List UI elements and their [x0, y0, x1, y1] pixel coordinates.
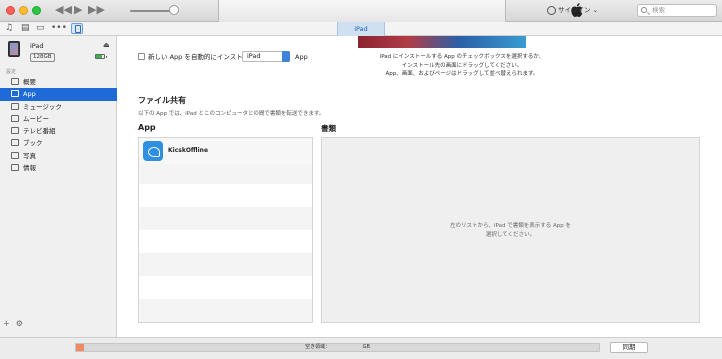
- sidebar-item-label: 情報: [23, 164, 36, 173]
- hint-line: インストール先の画面にドラッグしてください。: [401, 62, 523, 69]
- sidebar-item-books[interactable]: ブック: [0, 137, 117, 149]
- device-select[interactable]: iPad: [242, 51, 290, 62]
- storage-bar: 空き領域： GB: [75, 343, 600, 352]
- volume-slider-knob[interactable]: [169, 5, 179, 15]
- movies-library-icon[interactable]: ▤: [21, 23, 30, 34]
- sidebar-item-photos[interactable]: 写真: [0, 150, 117, 162]
- signin-label: サインイン: [558, 6, 591, 14]
- sidebar-item-label: ムービー: [23, 114, 49, 123]
- info-icon: [11, 164, 19, 172]
- ipad-device-icon[interactable]: [71, 23, 83, 34]
- chevron-down-icon: ⌄: [590, 6, 599, 14]
- play-icon[interactable]: ▶: [74, 3, 82, 17]
- sidebar-item-label: ブック: [23, 139, 43, 148]
- kicskoffline-app-icon: [143, 141, 163, 161]
- movie-icon: [11, 114, 19, 122]
- search-icon: [641, 7, 647, 13]
- sidebar-item-label: 写真: [23, 151, 36, 160]
- search-field[interactable]: 検索: [637, 4, 717, 17]
- app-name: KicskOffline: [168, 147, 209, 154]
- more-icon[interactable]: •••: [51, 23, 67, 34]
- music-library-icon[interactable]: ♫: [5, 23, 13, 34]
- eject-icon[interactable]: ⏏: [103, 41, 110, 49]
- documents-empty-line: 選択してください。: [485, 232, 536, 238]
- documents-empty-line: 左のリストから、iPad で書類を表示する App を: [450, 223, 571, 229]
- sidebar-item-label: テレビ番組: [23, 127, 56, 136]
- tv-library-icon[interactable]: ▭: [36, 23, 45, 34]
- sidebar-item-summary[interactable]: 概要: [0, 76, 117, 88]
- sidebar: iPad ⏏ 128GB 設定 概要 App ミュージック ムービー テレビ番組…: [0, 36, 117, 337]
- minimize-window-button[interactable]: [19, 6, 28, 15]
- title-bar: ◀◀ ▶ ▶▶ サインイン ⌄ 検索: [0, 0, 722, 22]
- hint-line: App、画面、およびページはドラッグして並べ替えられます。: [385, 71, 539, 77]
- device-select-value: iPad: [247, 52, 261, 60]
- storage-label: 空き領域： GB: [305, 344, 370, 350]
- search-placeholder: 検索: [652, 6, 665, 14]
- app-icon: [11, 90, 19, 98]
- music-icon: [11, 102, 19, 110]
- hint-line: iPad にインストールする App のチェックボックスを選択するか、: [379, 54, 545, 60]
- account-icon: [547, 5, 556, 15]
- battery-icon: [95, 54, 107, 59]
- add-icon[interactable]: +: [3, 319, 10, 328]
- main-content: 新しい App を自動的にインストール iPad App iPad にインストー…: [118, 36, 722, 337]
- capacity-badge: 128GB: [30, 53, 55, 62]
- sidebar-item-label: App: [23, 90, 36, 99]
- camera-icon: [11, 151, 19, 159]
- documents-empty-message: 左のリストから、iPad で書類を表示する App を 選択してください。: [322, 222, 699, 240]
- device-tab[interactable]: iPad: [337, 22, 385, 36]
- status-bar: 空き領域： GB 同期: [0, 337, 722, 359]
- auto-install-label: 新しい App を自動的にインストール: [148, 53, 256, 61]
- previous-track-icon[interactable]: ◀◀: [55, 3, 72, 17]
- select-suffix: App: [295, 53, 308, 61]
- next-track-icon[interactable]: ▶▶: [88, 3, 105, 17]
- device-name: iPad: [30, 42, 44, 50]
- ipad-thumbnail-icon: [8, 41, 20, 57]
- auto-install-checkbox[interactable]: [138, 53, 145, 60]
- summary-icon: [11, 78, 19, 85]
- sidebar-item-music[interactable]: ミュージック: [0, 101, 117, 113]
- book-icon: [11, 139, 19, 147]
- volume-slider[interactable]: [130, 10, 174, 12]
- sidebar-item-label: ミュージック: [23, 102, 62, 111]
- sidebar-item-info[interactable]: 情報: [0, 162, 117, 174]
- home-screen-preview[interactable]: [358, 36, 526, 48]
- file-sharing-description: 以下の App では、iPad とこのコンピュータとの間で書類を転送できます。: [138, 111, 325, 117]
- list-item[interactable]: KicskOffline: [139, 138, 312, 164]
- auto-install-row[interactable]: 新しい App を自動的にインストール: [138, 52, 256, 62]
- file-sharing-title: ファイル共有: [138, 96, 186, 105]
- file-sharing-app-list: KicskOffline: [138, 137, 313, 323]
- tv-icon: [11, 127, 19, 135]
- settings-section-label: 設定: [6, 69, 17, 75]
- documents-panel: 左のリストから、iPad で書類を表示する App を 選択してください。: [321, 137, 700, 323]
- gear-icon[interactable]: ⚙: [16, 319, 23, 328]
- documents-column-header: 書類: [321, 124, 336, 133]
- sidebar-bottom-controls: + ⚙: [3, 319, 29, 328]
- sidebar-item-label: 概要: [23, 78, 36, 86]
- apps-column-header: App: [138, 123, 156, 132]
- sidebar-item-tv[interactable]: テレビ番組: [0, 125, 117, 137]
- itunes-window: ◀◀ ▶ ▶▶ サインイン ⌄ 検索 ♫ ▤ ▭ ••• iPad iPad ⏏…: [0, 0, 722, 359]
- close-window-button[interactable]: [6, 6, 15, 15]
- sidebar-nav: 概要 App ミュージック ムービー テレビ番組 ブック 写真 情報: [0, 76, 117, 174]
- sync-button[interactable]: 同期: [610, 342, 648, 353]
- status-display: [218, 0, 583, 22]
- signin-button[interactable]: サインイン ⌄: [547, 5, 598, 16]
- zoom-window-button[interactable]: [32, 6, 41, 15]
- install-hint: iPad にインストールする App のチェックボックスを選択するか、 インスト…: [362, 53, 562, 79]
- select-arrows-icon: [282, 51, 290, 62]
- sidebar-item-app[interactable]: App: [0, 88, 117, 101]
- sidebar-item-movies[interactable]: ムービー: [0, 113, 117, 125]
